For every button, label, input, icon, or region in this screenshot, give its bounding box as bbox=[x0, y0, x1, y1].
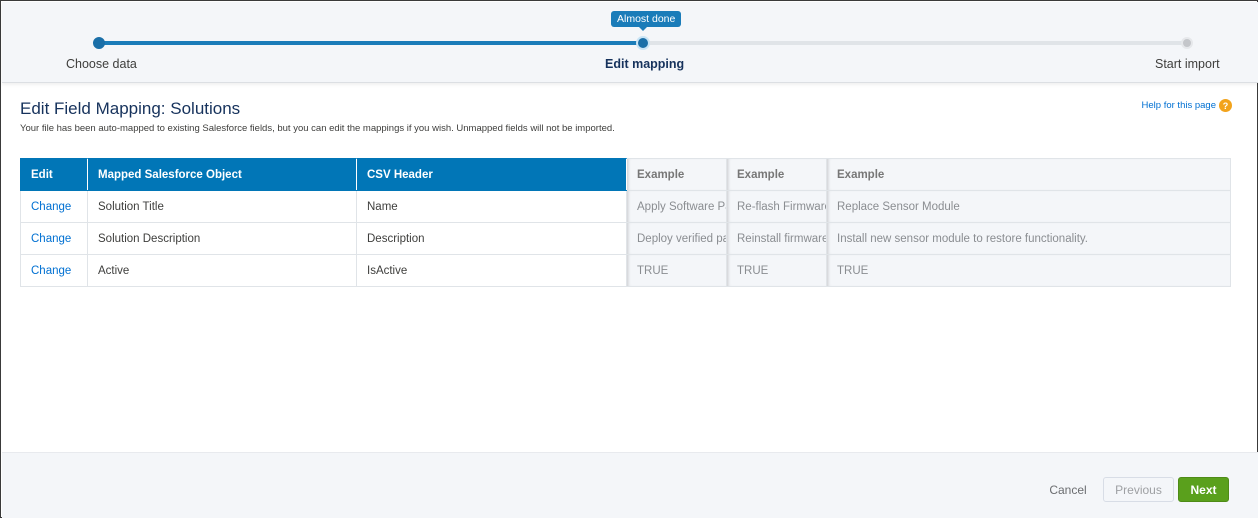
change-link[interactable]: Change bbox=[20, 254, 88, 287]
field-mapping-table: Edit Mapped Salesforce Object CSV Header… bbox=[20, 158, 1231, 287]
csv-header-cell: Name bbox=[356, 190, 627, 223]
column-header-example-3: Example bbox=[826, 158, 1231, 191]
progress-track-remaining bbox=[644, 41, 1188, 45]
example-cell: Apply Software Patch bbox=[626, 190, 727, 223]
column-header-example-2: Example bbox=[726, 158, 827, 191]
help-link[interactable]: Help for this page ? bbox=[1142, 99, 1232, 112]
csv-header-cell: Description bbox=[356, 222, 627, 255]
step-label-edit-mapping: Edit mapping bbox=[605, 57, 685, 71]
progress-track-complete bbox=[99, 41, 644, 45]
column-header-csv-header: CSV Header bbox=[356, 158, 627, 191]
example-cell: Deploy verified patch bbox=[626, 222, 727, 255]
table-row: Change Solution Title Name Apply Softwar… bbox=[20, 190, 1231, 223]
table-header-row: Edit Mapped Salesforce Object CSV Header… bbox=[20, 158, 1231, 191]
step-dot-start-import bbox=[1181, 37, 1193, 49]
step-label-choose-data: Choose data bbox=[66, 57, 137, 71]
csv-header-cell: IsActive bbox=[356, 254, 627, 287]
table-row: Change Solution Description Description … bbox=[20, 222, 1231, 255]
step-label-start-import: Start import bbox=[1155, 57, 1220, 71]
example-cell: Reinstall firmware t bbox=[726, 222, 827, 255]
import-wizard-window: Almost done Choose data Edit mapping Sta… bbox=[0, 0, 1258, 518]
column-header-mapped-object: Mapped Salesforce Object bbox=[87, 158, 357, 191]
cancel-button[interactable]: Cancel bbox=[1048, 477, 1088, 502]
column-header-example-1: Example bbox=[626, 158, 727, 191]
progress-indicator: Almost done Choose data Edit mapping Sta… bbox=[2, 2, 1258, 83]
mapped-object-cell: Solution Description bbox=[87, 222, 357, 255]
mapped-object-cell: Active bbox=[87, 254, 357, 287]
help-link-label: Help for this page bbox=[1141, 100, 1216, 111]
example-cell: TRUE bbox=[626, 254, 727, 287]
change-link[interactable]: Change bbox=[20, 222, 88, 255]
step-dot-choose-data[interactable] bbox=[93, 37, 105, 49]
question-icon: ? bbox=[1219, 99, 1232, 112]
progress-tooltip: Almost done bbox=[611, 11, 682, 31]
example-cell: Re-flash Firmware bbox=[726, 190, 827, 223]
step-dot-edit-mapping[interactable] bbox=[636, 36, 650, 50]
page-subtitle: Your file has been auto-mapped to existi… bbox=[20, 123, 615, 134]
example-cell: TRUE bbox=[726, 254, 827, 287]
table-row: Change Active IsActive TRUE TRUE TRUE bbox=[20, 254, 1231, 287]
example-cell: Install new sensor module to restore fun… bbox=[826, 222, 1231, 255]
previous-button[interactable]: Previous bbox=[1103, 477, 1174, 502]
example-cell: Replace Sensor Module bbox=[826, 190, 1231, 223]
column-header-edit: Edit bbox=[20, 158, 88, 191]
wizard-footer: Cancel Previous Next bbox=[2, 452, 1258, 518]
page-title: Edit Field Mapping: Solutions bbox=[20, 99, 241, 118]
next-button[interactable]: Next bbox=[1178, 477, 1229, 502]
change-link[interactable]: Change bbox=[20, 190, 88, 223]
example-cell: TRUE bbox=[826, 254, 1231, 287]
mapped-object-cell: Solution Title bbox=[87, 190, 357, 223]
